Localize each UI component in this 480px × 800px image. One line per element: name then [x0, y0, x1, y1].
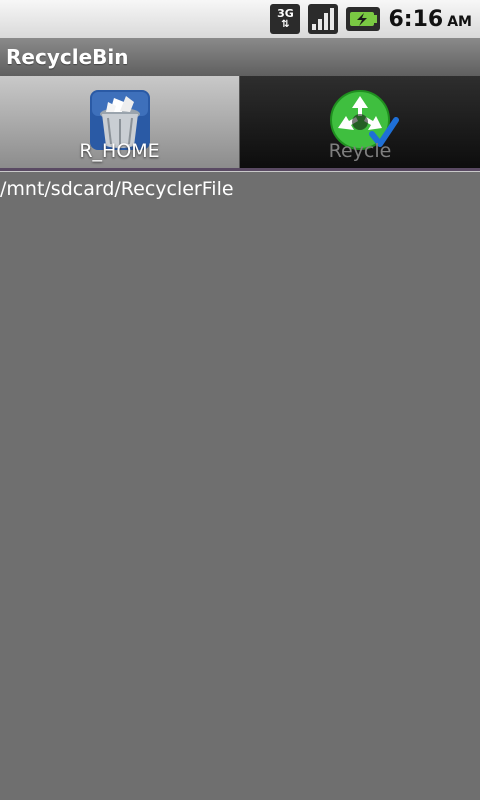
- data-arrows-icon: ⇅: [281, 19, 290, 30]
- app-title: RecycleBin: [6, 45, 129, 69]
- network-3g-icon: 3G ⇅: [270, 4, 301, 34]
- signal-strength-icon: [308, 4, 339, 34]
- tab-bar: R_HOME Reycle: [0, 76, 480, 168]
- tab-r-home-label: R_HOME: [79, 140, 160, 162]
- tab-recycle-label: Reycle: [328, 140, 392, 162]
- clock-time: 6:16: [388, 6, 444, 32]
- app-title-bar: RecycleBin: [0, 38, 480, 76]
- clock: 6:16 AM: [388, 7, 472, 32]
- network-type-label: 3G: [277, 7, 294, 20]
- tab-recycle[interactable]: Reycle: [240, 76, 480, 168]
- status-icons: 3G ⇅ 6:16 AM: [270, 0, 472, 38]
- current-path: /mnt/sdcard/RecyclerFile: [0, 178, 234, 200]
- divider: [0, 171, 480, 172]
- status-bar: 3G ⇅ 6:16 AM: [0, 0, 480, 39]
- tab-r-home[interactable]: R_HOME: [0, 76, 240, 168]
- clock-ampm: AM: [447, 13, 472, 30]
- battery-charging-icon: [346, 7, 381, 31]
